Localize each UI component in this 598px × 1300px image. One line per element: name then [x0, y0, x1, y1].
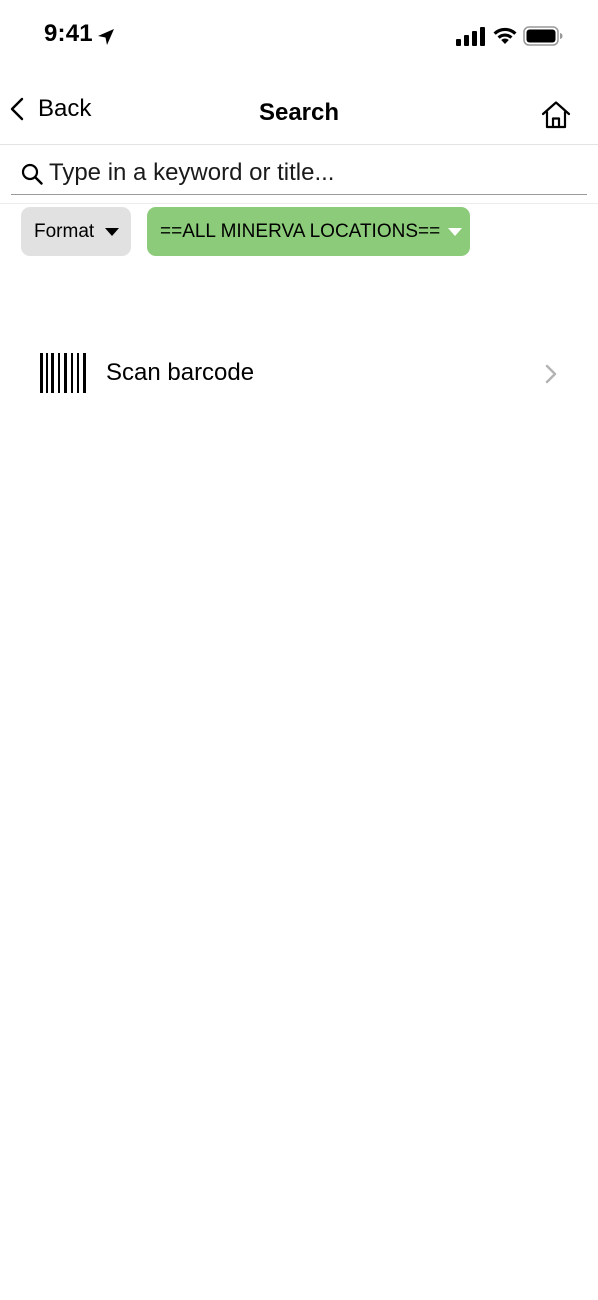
- cellular-signal-icon: [456, 27, 485, 46]
- divider: [0, 203, 598, 204]
- chevron-left-icon: [10, 97, 24, 121]
- search-bar: [11, 152, 587, 195]
- format-dropdown-label: Format: [34, 220, 95, 242]
- battery-icon: [523, 26, 563, 46]
- status-time: 9:41: [44, 20, 93, 47]
- scan-barcode-label: Scan barcode: [106, 359, 255, 386]
- location-arrow-icon: [98, 29, 114, 45]
- wifi-icon: [493, 27, 517, 44]
- barcode-icon: [40, 353, 86, 393]
- search-input[interactable]: [49, 156, 579, 190]
- location-dropdown[interactable]: ==ALL MINERVA LOCATIONS==: [147, 207, 470, 256]
- back-label: Back: [38, 95, 92, 122]
- format-dropdown[interactable]: Format: [21, 207, 131, 256]
- scan-barcode-row[interactable]: Scan barcode: [0, 340, 598, 406]
- navigation-bar: Back Search: [0, 72, 598, 145]
- search-icon: [21, 163, 43, 185]
- status-bar: 9:41: [0, 0, 598, 72]
- caret-down-icon: [448, 227, 463, 236]
- caret-down-icon: [105, 227, 120, 236]
- back-button[interactable]: Back: [8, 94, 91, 124]
- chevron-right-icon: [545, 364, 557, 384]
- home-icon[interactable]: [540, 100, 572, 130]
- location-dropdown-label: ==ALL MINERVA LOCATIONS==: [160, 220, 441, 242]
